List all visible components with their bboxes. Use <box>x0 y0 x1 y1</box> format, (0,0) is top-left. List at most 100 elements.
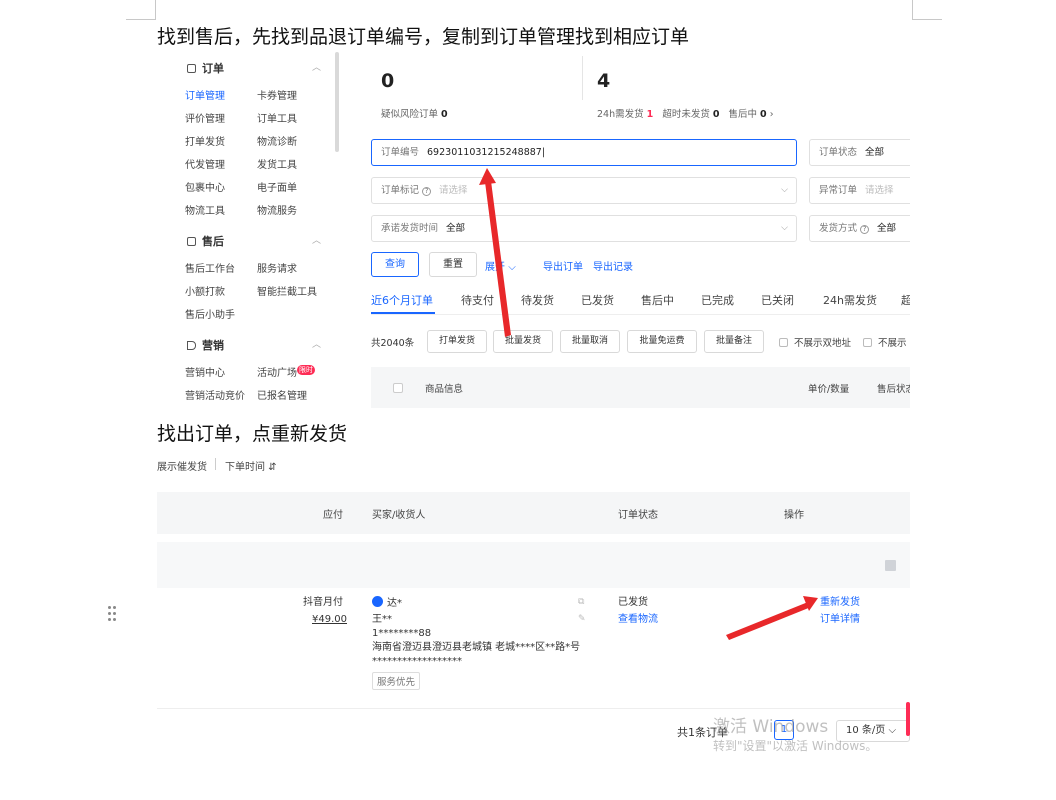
tab-closed[interactable]: 已关闭 <box>761 292 794 308</box>
help-icon: ? <box>422 187 432 196</box>
order-no-input[interactable]: 订单编号 6923011031215248887| <box>371 139 797 166</box>
chevron-down-icon: ⌵ <box>508 262 516 273</box>
order-table-header: 商品信息 单价/数量 售后状态 <box>371 367 910 408</box>
export-records-link[interactable]: 导出记录 <box>593 258 633 273</box>
pending-breakdown[interactable]: 24h需发货 1 超时未发货 0 售后中 0 › <box>597 106 774 120</box>
sidebar-item-logistics-service[interactable]: 物流服务 <box>257 202 297 217</box>
hot-badge: 限时 <box>297 365 315 375</box>
sidebar-item-coupon-manage[interactable]: 卡券管理 <box>257 87 297 102</box>
order-total-count: 共2040条 <box>371 338 415 349</box>
col-status: 订单状态 <box>618 510 658 521</box>
sidebar-item-dropship[interactable]: 代发管理 <box>185 156 225 171</box>
checkbox-icon <box>779 338 788 347</box>
order-icon <box>187 64 196 73</box>
sidebar-item-small-payment[interactable]: 小额打款 <box>185 283 225 298</box>
select-all-checkbox[interactable] <box>393 383 403 393</box>
order-main-panel: 0 疑似风险订单 0 4 24h需发货 1 超时未发货 0 售后中 0 › 订单编号 69… <box>357 52 910 408</box>
abnormal-order-select[interactable]: 异常订单 请选择 <box>809 177 910 204</box>
sidebar-item-order-tools[interactable]: 订单工具 <box>257 110 297 125</box>
help-icon: ? <box>860 225 870 234</box>
order-management-screenshot: 订单 ︿ 订单管理 卡券管理 评价管理 订单工具 打单发货 物流诊断 代发管理 … <box>157 52 910 408</box>
red-edge-marker <box>906 702 910 736</box>
megaphone-icon <box>187 341 196 350</box>
chevron-down-icon: ⌵ <box>781 223 788 233</box>
aftersale-icon <box>187 237 196 246</box>
sidebar-item-smart-intercept[interactable]: 智能拦截工具 <box>257 283 317 298</box>
sidebar-section-aftersale[interactable]: 售后 <box>187 233 224 249</box>
drag-handle-icon[interactable] <box>108 606 118 622</box>
query-button[interactable]: 查询 <box>371 252 419 277</box>
collapse-caret-icon[interactable]: ︿ <box>312 337 321 350</box>
expand-link[interactable]: 展开 ⌵ <box>485 258 516 273</box>
promise-ship-time-select[interactable]: 承诺发货时间 全部 ⌵ <box>371 215 797 242</box>
top-separator <box>215 458 216 470</box>
sidebar-section-marketing[interactable]: 营销 <box>187 337 224 353</box>
batch-cancel-button[interactable]: 批量取消 <box>560 330 620 353</box>
row-divider <box>157 708 910 709</box>
tab-pending-payment[interactable]: 待支付 <box>461 292 494 308</box>
sidebar-item-logistics-diagnose[interactable]: 物流诊断 <box>257 133 297 148</box>
sidebar-item-activity-bidding[interactable]: 营销活动竞价 <box>185 387 245 402</box>
tab-aftersale[interactable]: 售后中 <box>641 292 674 308</box>
sidebar-item-registered-manage[interactable]: 已报名管理 <box>257 387 307 402</box>
edit-icon[interactable]: ✎ <box>578 614 586 624</box>
result-table-header: 应付 买家/收货人 订单状态 操作 <box>157 492 910 534</box>
receiver-address-masked: ****************** <box>372 656 462 667</box>
sidebar-item-review-manage[interactable]: 评价管理 <box>185 110 225 125</box>
view-logistics-link[interactable]: 查看物流 <box>618 613 658 627</box>
stat-divider <box>582 56 583 100</box>
sidebar-item-service-request[interactable]: 服务请求 <box>257 260 297 275</box>
reset-button[interactable]: 重置 <box>429 252 477 277</box>
sidebar-item-print-ship[interactable]: 打单发货 <box>185 133 225 148</box>
checkbox-icon <box>863 338 872 347</box>
chevron-right-icon: › <box>769 109 774 120</box>
flag-icon[interactable] <box>885 560 896 571</box>
hide-dual-address-checkbox[interactable]: 不展示双地址 <box>779 335 851 349</box>
buyer-name[interactable]: 达* <box>372 596 402 611</box>
sidebar-item-activity-plaza[interactable]: 活动广场 限时 <box>257 364 315 379</box>
col-pay: 应付 <box>323 510 343 521</box>
col-price-qty: 单价/数量 <box>808 384 850 395</box>
sidebar-item-aftersale-assistant[interactable]: 售后小助手 <box>185 306 235 321</box>
ship-method-select[interactable]: 发货方式 ? 全部 <box>809 215 910 242</box>
col-aftersale-status: 售后状态 <box>877 384 910 395</box>
pending-count: 4 <box>597 70 611 92</box>
sort-order-time[interactable]: 下单时间 ⇵ <box>225 458 277 473</box>
order-detail-link[interactable]: 订单详情 <box>820 613 860 627</box>
sidebar-item-parcel-center[interactable]: 包裹中心 <box>185 179 225 194</box>
sidebar-item-order-manage[interactable]: 订单管理 <box>185 87 225 102</box>
col-ops: 操作 <box>784 510 804 521</box>
tabs-divider <box>371 314 910 315</box>
show-urge-ship-toggle[interactable]: 展示催发货 <box>157 458 207 473</box>
col-buyer: 买家/收货人 <box>372 510 426 521</box>
sidebar-scrollbar[interactable] <box>335 52 339 152</box>
sidebar-item-ship-tools[interactable]: 发货工具 <box>257 156 297 171</box>
sidebar-section-order[interactable]: 订单 <box>187 60 224 76</box>
collapse-caret-icon[interactable]: ︿ <box>312 60 321 73</box>
print-ship-button[interactable]: 打单发货 <box>427 330 487 353</box>
pay-amount: ¥49.00 <box>312 614 347 625</box>
collapse-caret-icon[interactable]: ︿ <box>312 233 321 246</box>
sidebar-item-marketing-center[interactable]: 营销中心 <box>185 364 225 379</box>
sidebar-item-e-waybill[interactable]: 电子面单 <box>257 179 297 194</box>
order-status-select[interactable]: 订单状态 全部 <box>809 139 910 166</box>
sidebar-item-logistics-tools[interactable]: 物流工具 <box>185 202 225 217</box>
tab-recent-6-months[interactable]: 近6个月订单 <box>371 292 433 308</box>
batch-remark-button[interactable]: 批量备注 <box>704 330 764 353</box>
hide-other-checkbox[interactable]: 不展示 <box>863 335 907 349</box>
batch-ship-button[interactable]: 批量发货 <box>493 330 553 353</box>
order-mark-select[interactable]: 订单标记 ? 请选择 ⌵ <box>371 177 797 204</box>
tab-pending-ship[interactable]: 待发货 <box>521 292 554 308</box>
export-orders-link[interactable]: 导出订单 <box>543 258 583 273</box>
batch-free-shipping-button[interactable]: 批量免运费 <box>627 330 697 353</box>
resend-button[interactable]: 重新发货 <box>820 596 860 610</box>
tab-completed[interactable]: 已完成 <box>701 292 734 308</box>
tab-overdue[interactable]: 超 <box>901 292 910 308</box>
page-corner-top-left <box>126 0 156 20</box>
copy-icon[interactable]: ⧉ <box>578 597 584 607</box>
tab-shipped[interactable]: 已发货 <box>581 292 614 308</box>
receiver-phone: 1********88 <box>372 628 432 639</box>
sort-icon: ⇵ <box>268 462 277 473</box>
tab-24h-ship[interactable]: 24h需发货 <box>823 292 877 308</box>
sidebar-item-aftersale-workbench[interactable]: 售后工作台 <box>185 260 235 275</box>
